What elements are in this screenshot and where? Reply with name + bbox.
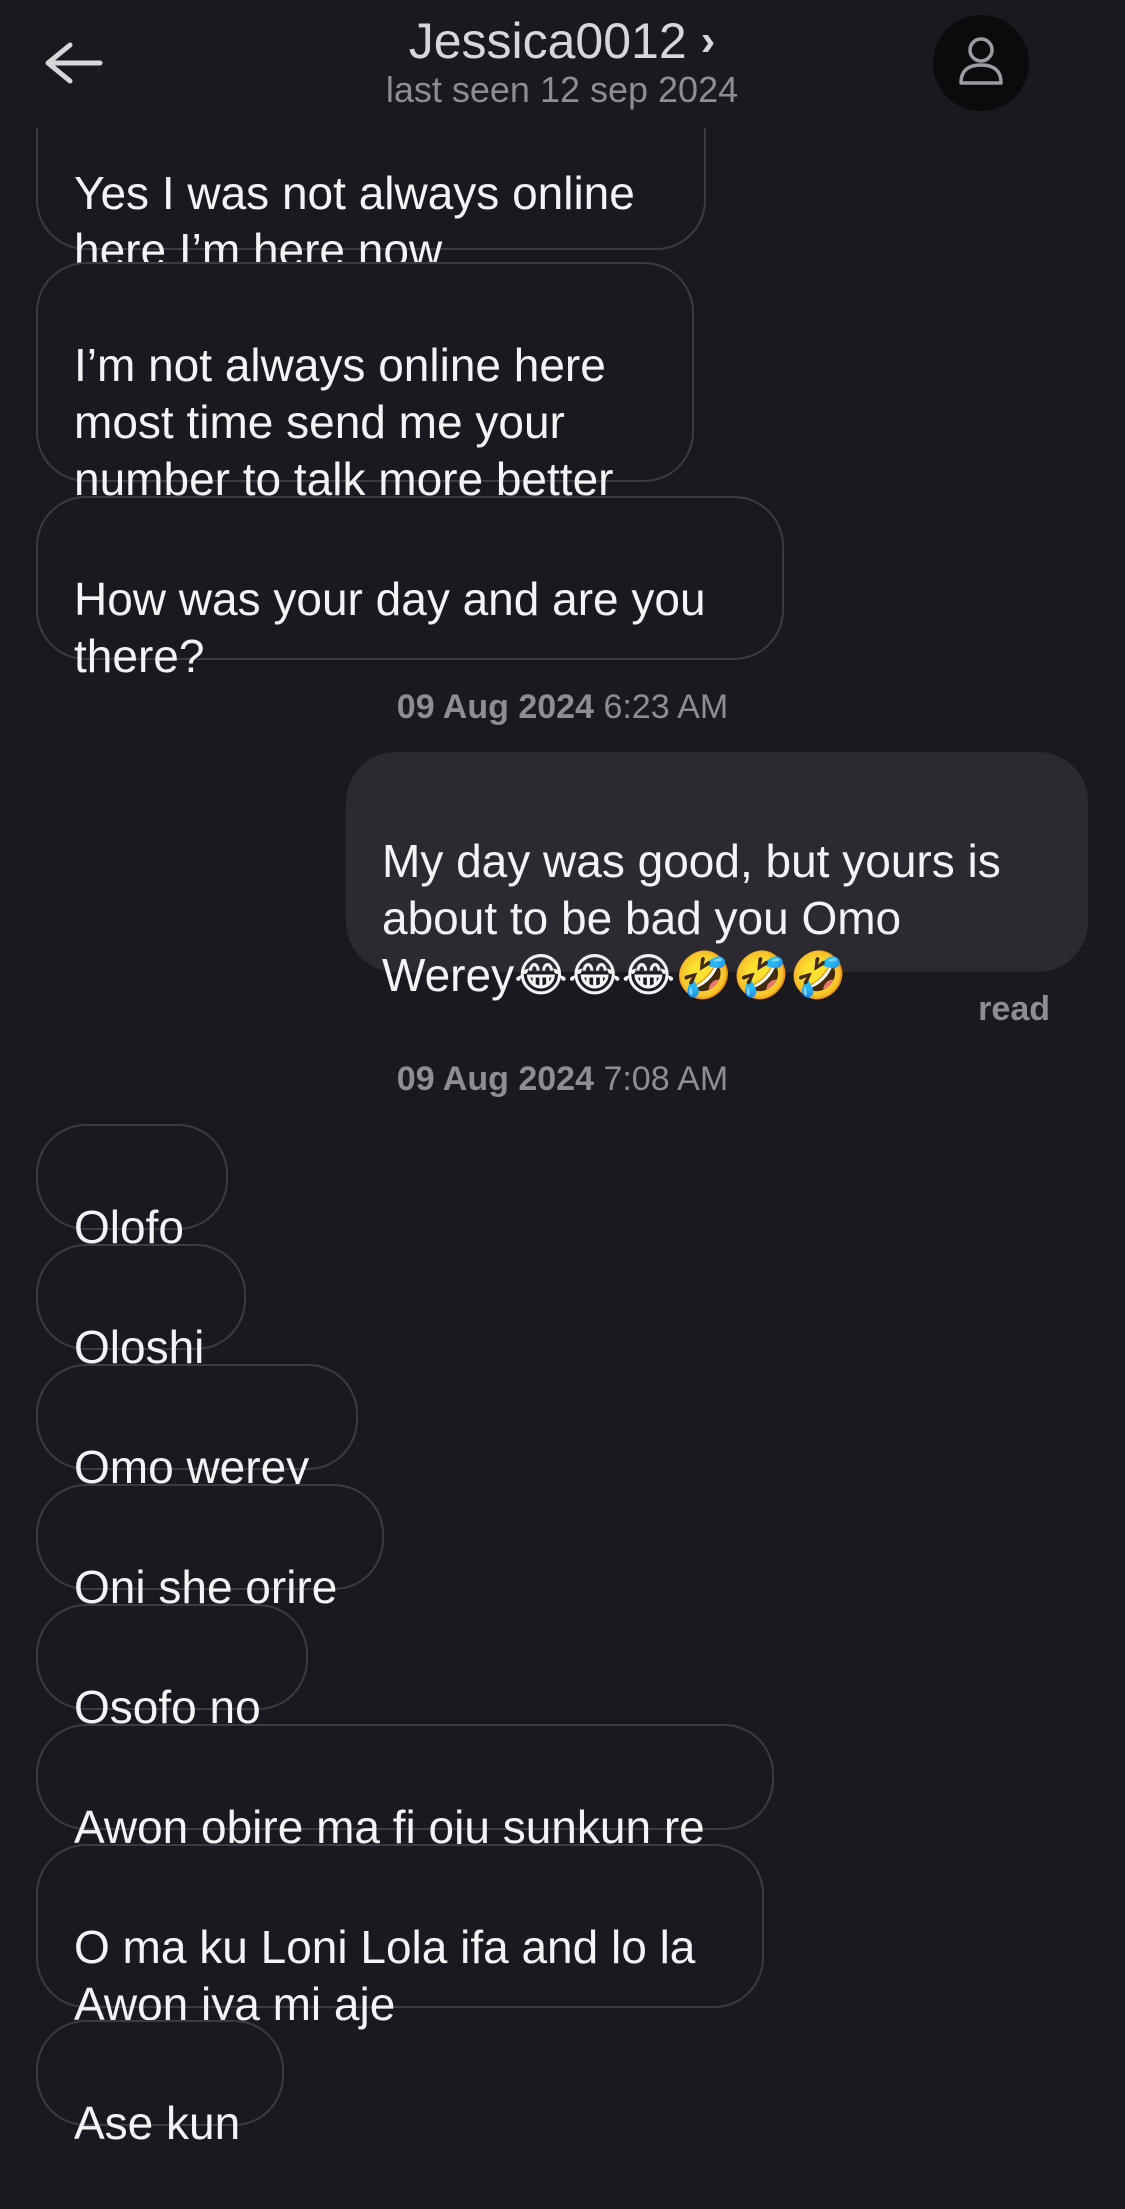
- message-text: My day was good, but yours is about to b…: [382, 835, 1001, 1001]
- message-bubble-received[interactable]: How was your day and are you there?: [36, 496, 784, 682]
- arrow-left-icon: [40, 39, 104, 92]
- message-text: O ma ku Loni Lola ifa and lo la Awon iya…: [74, 1921, 696, 2030]
- message-bubble-received[interactable]: Omo werey: [36, 1364, 358, 1493]
- timestamp-divider: 09 Aug 2024 6:23 AM: [0, 686, 1125, 728]
- message-list[interactable]: Yes I was not always online here I’m her…: [0, 0, 1125, 2149]
- contact-name-button[interactable]: Jessica0012 ›: [409, 10, 716, 72]
- chevron-right-icon: ›: [700, 16, 716, 65]
- message-bubble-received[interactable]: Olofo: [36, 1124, 228, 1253]
- contact-name: Jessica0012: [408, 13, 687, 69]
- message-text: Ase kun: [74, 2097, 241, 2149]
- timestamp-time: 7:08 AM: [603, 1060, 729, 1098]
- message-bubble-received[interactable]: Ase kun: [36, 2020, 284, 2149]
- message-text: I’m not always online here most time sen…: [74, 339, 614, 505]
- timestamp-divider: 09 Aug 2024 7:08 AM: [0, 1058, 1125, 1100]
- message-text: How was your day and are you there?: [74, 573, 706, 682]
- header-title: Jessica0012 › last seen 12 sep 2024: [262, 10, 862, 112]
- timestamp-date: 09 Aug 2024: [396, 1060, 594, 1098]
- message-bubble-received[interactable]: Oni she orire: [36, 1484, 384, 1613]
- read-receipt: read: [978, 990, 1050, 1028]
- message-bubble-received[interactable]: Awon obire ma fi oju sunkun re: [36, 1724, 774, 1853]
- message-bubble-received[interactable]: Yes I was not always online here I’m her…: [36, 110, 706, 276]
- message-bubble-sent[interactable]: My day was good, but yours is about to b…: [346, 752, 1088, 1001]
- message-bubble-received[interactable]: Osofo no: [36, 1604, 308, 1733]
- timestamp-time: 6:23 AM: [603, 688, 729, 726]
- avatar[interactable]: [933, 15, 1029, 111]
- back-button[interactable]: [40, 30, 120, 100]
- message-bubble-received[interactable]: I’m not always online here most time sen…: [36, 262, 694, 505]
- message-bubble-received[interactable]: O ma ku Loni Lola ifa and lo la Awon iya…: [36, 1844, 764, 2030]
- user-icon: [956, 35, 1006, 92]
- last-seen-status: last seen 12 sep 2024: [385, 69, 739, 110]
- timestamp-date: 09 Aug 2024: [396, 688, 594, 726]
- chat-header: Jessica0012 › last seen 12 sep 2024: [0, 0, 1125, 128]
- message-bubble-received[interactable]: Oloshi: [36, 1244, 246, 1373]
